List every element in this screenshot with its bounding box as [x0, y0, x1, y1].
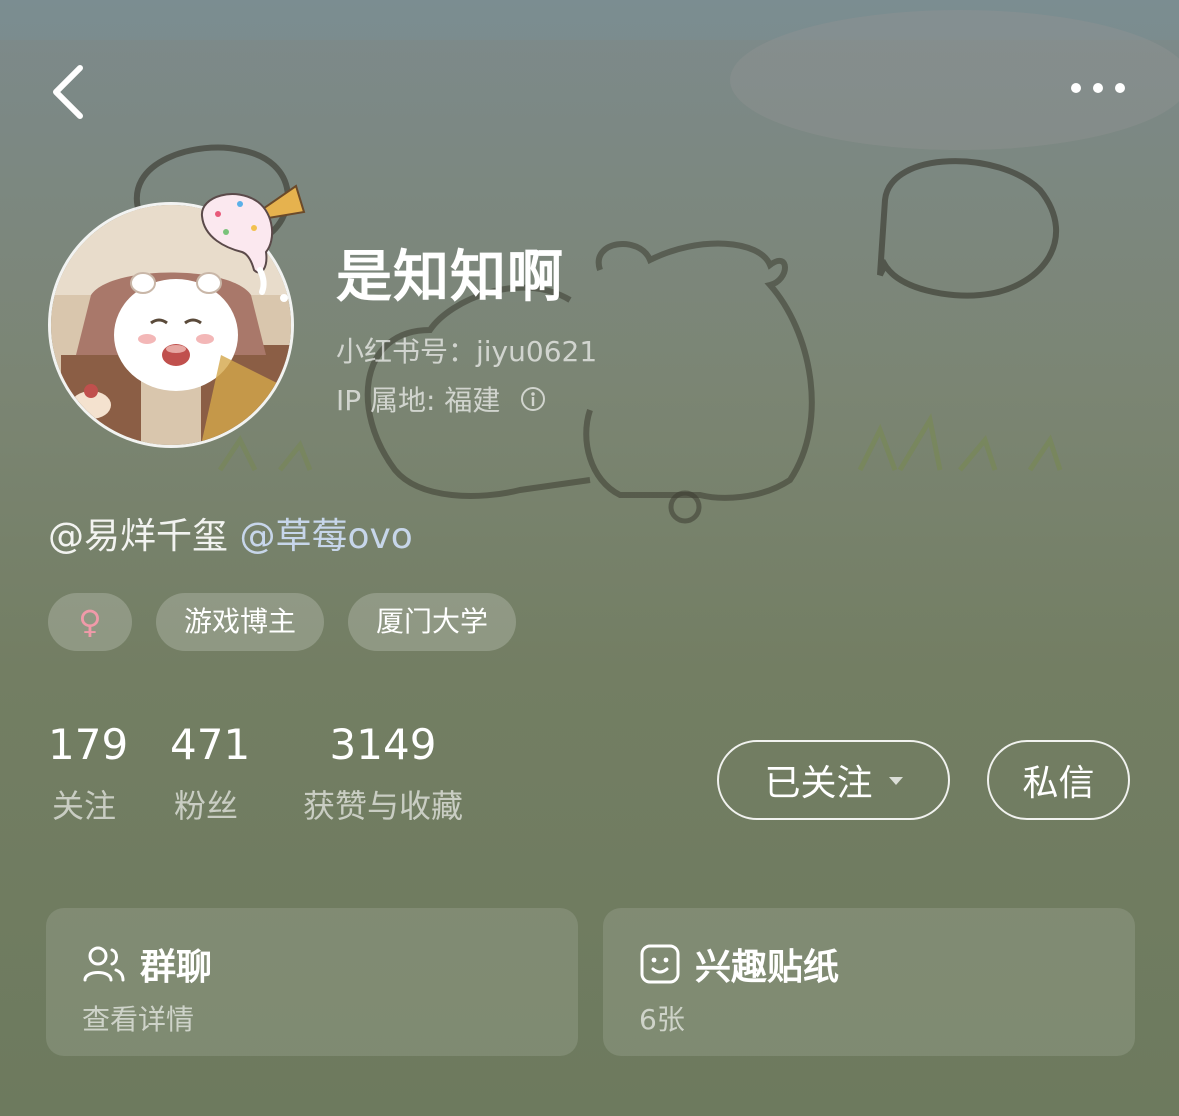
more-dots-icon [1071, 83, 1125, 93]
gender-tag: ♀ [48, 593, 132, 651]
stat-label: 获赞与收藏 [302, 787, 463, 825]
caret-down-icon [888, 777, 903, 785]
bio: @易烊千玺 @草莓ovo [48, 507, 413, 559]
stat-label: 粉丝 [173, 787, 238, 825]
back-button[interactable] [40, 58, 100, 126]
mention-link-highlight[interactable]: @草莓ovo [239, 516, 412, 557]
stat-likes-collections[interactable]: 3149 获赞与收藏 [294, 720, 472, 827]
followed-label: 已关注 [764, 763, 873, 804]
stat-value: 179 [48, 720, 129, 769]
tag-game-blogger[interactable]: 游戏博主 [156, 593, 324, 651]
tag-university[interactable]: 厦门大学 [348, 593, 516, 651]
card-title: 群聊 [140, 947, 213, 988]
group-users-icon [83, 946, 125, 982]
ip-location-row: IP 属地: 福建 [336, 379, 546, 419]
account-id: 小红书号：jiyu0621 [336, 335, 598, 368]
ip-location: IP 属地: 福建 [336, 384, 501, 417]
message-label: 私信 [1022, 763, 1095, 804]
mention-link[interactable]: @易烊千玺 [48, 516, 228, 557]
more-button[interactable] [1060, 74, 1132, 102]
sticker-face-icon [640, 944, 680, 984]
info-icon[interactable] [520, 386, 546, 412]
stat-value: 3149 [329, 720, 437, 769]
stat-value: 471 [170, 720, 251, 769]
stat-fans[interactable]: 471 粉丝 [170, 720, 251, 827]
profile-nickname: 是知知啊 [336, 245, 564, 310]
card-subtitle: 6张 [639, 1003, 685, 1036]
followed-button[interactable]: 已关注 [717, 740, 950, 820]
stat-following[interactable]: 179 关注 [48, 720, 129, 827]
interest-stickers-card[interactable]: 兴趣贴纸 6张 [603, 908, 1135, 1056]
message-button[interactable]: 私信 [987, 740, 1130, 820]
chevron-left-icon [53, 65, 83, 119]
card-subtitle: 查看详情 [82, 1003, 195, 1036]
stat-label: 关注 [51, 787, 116, 825]
ice-cream-pendant-icon [200, 184, 306, 302]
group-chat-card[interactable]: 群聊 查看详情 [46, 908, 578, 1056]
card-title: 兴趣贴纸 [695, 947, 840, 988]
